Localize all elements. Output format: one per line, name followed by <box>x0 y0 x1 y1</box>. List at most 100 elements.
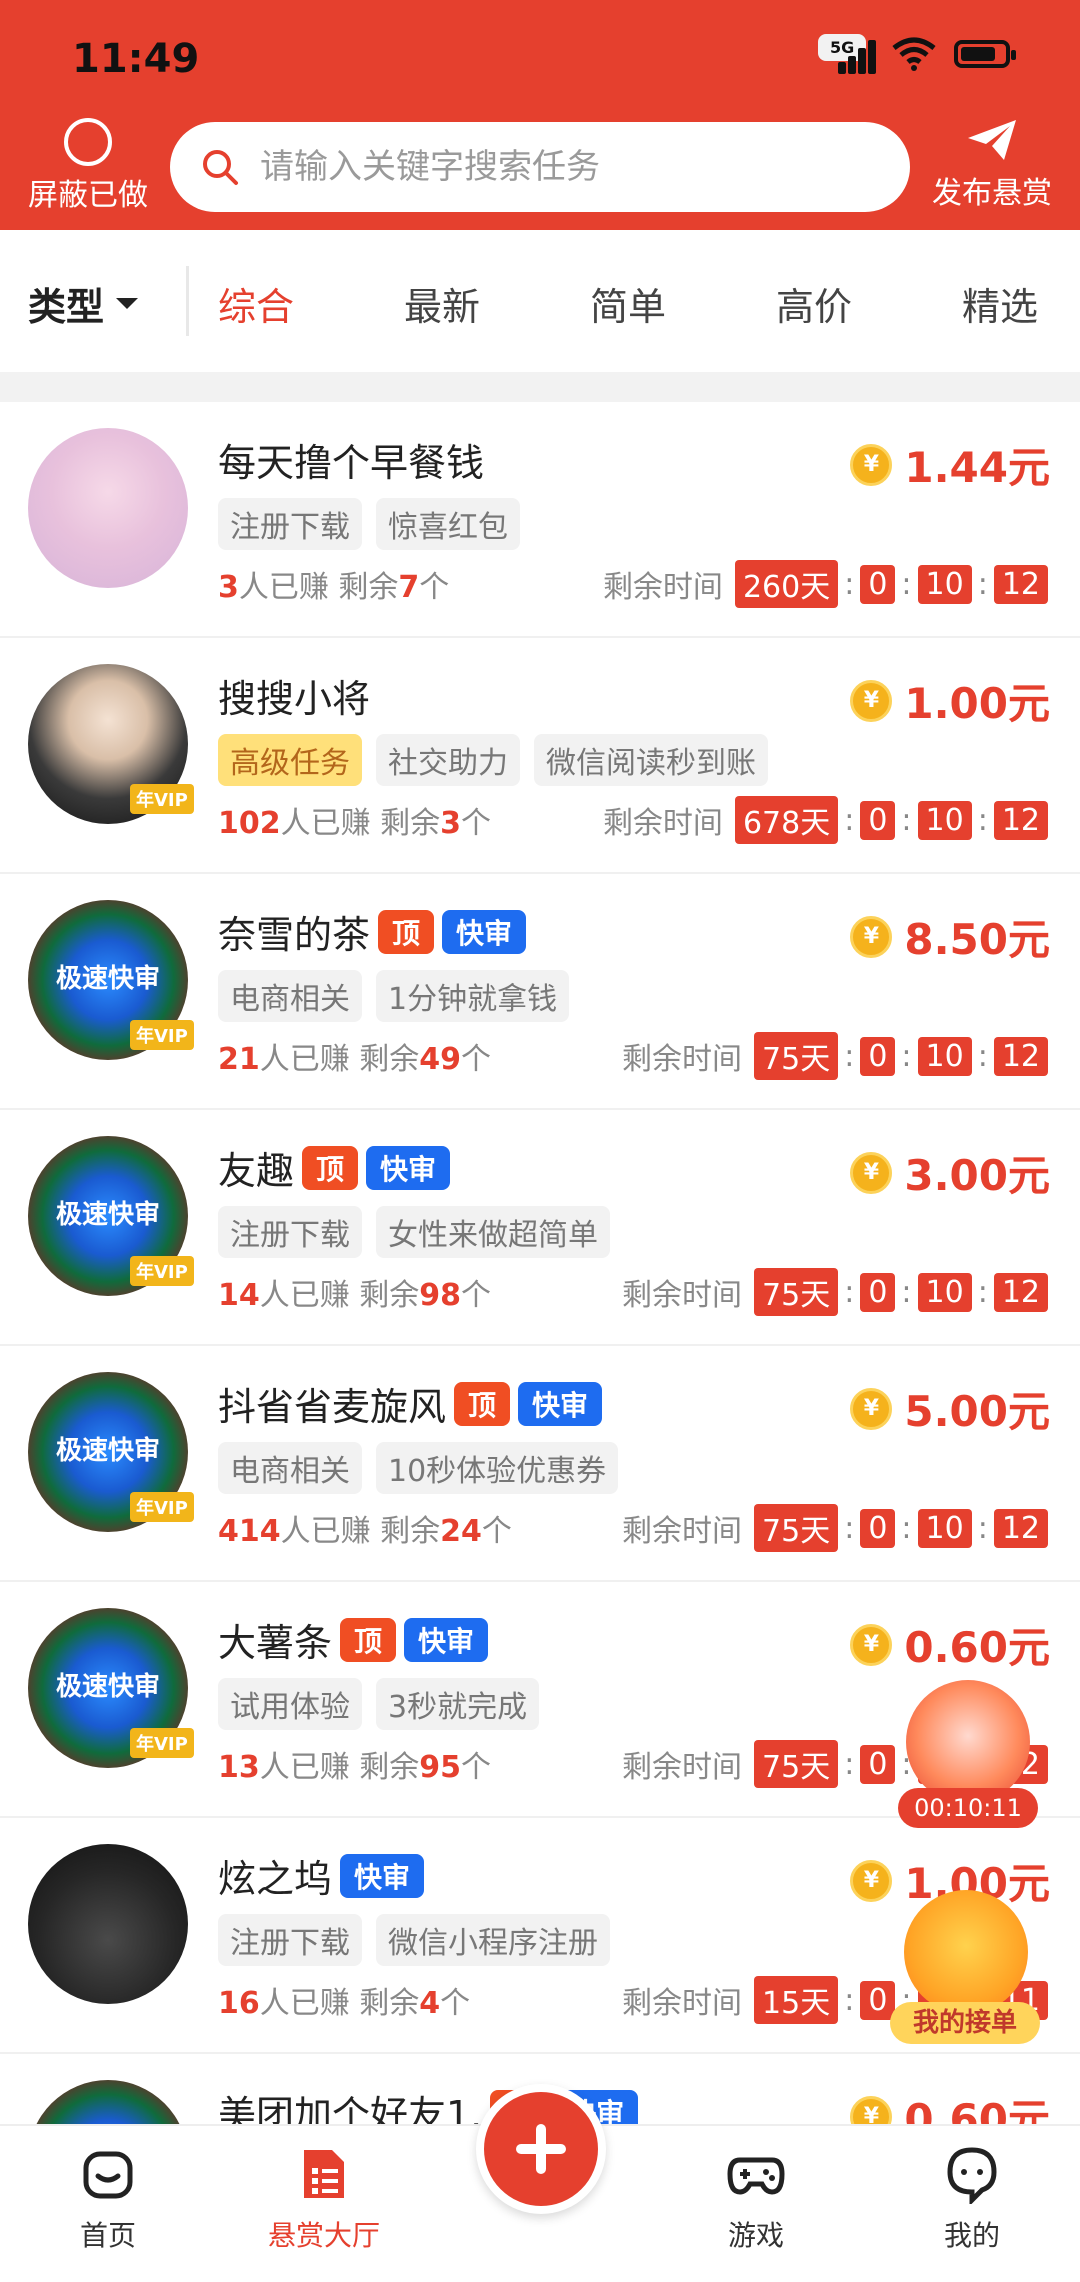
price-value: 1.44元 <box>904 443 1050 492</box>
earned-suffix: 人已赚 <box>259 1042 350 1077</box>
publish-bounty-button[interactable]: 发布悬赏 <box>922 118 1062 212</box>
app-header: 11:49 5G 屏蔽已做 发布悬赏 <box>0 0 1080 230</box>
coin-icon: ¥ <box>850 679 893 722</box>
task-tags: 注册下载 微信小程序注册 <box>218 1914 610 1966</box>
remaining-prefix: 剩余 <box>359 1042 420 1077</box>
task-row[interactable]: 极速快审 年VIP 奈雪的茶顶快审 ¥8.50元 电商相关 1分钟就拿钱 21人已赚 剩余4… <box>0 874 1080 1110</box>
section-gap <box>0 372 1080 402</box>
timer-label: 剩余时间 <box>622 1042 743 1077</box>
checkbox-circle-icon <box>64 118 112 166</box>
earned-suffix: 人已赚 <box>280 1514 371 1549</box>
coin-icon: ¥ <box>850 1151 893 1194</box>
wifi-icon <box>892 37 936 71</box>
earned-suffix: 人已赚 <box>259 1750 350 1785</box>
timer-seconds: 12 <box>993 1508 1048 1548</box>
task-title: 炫之坞 <box>218 1857 333 1901</box>
task-timer: 剩余时间 678天:0:10:12 <box>603 796 1052 844</box>
task-title-row: 大薯条顶快审 <box>218 1612 489 1667</box>
remaining-suffix: 个 <box>461 806 492 841</box>
nav-profile[interactable]: 我的 <box>902 2144 1042 2254</box>
task-row[interactable]: 极速快审 年VIP 友趣顶快审 ¥3.00元 注册下载 女性来做超简单 14人已赚 剩余98… <box>0 1110 1080 1346</box>
task-row[interactable]: 年VIP 搜搜小将 ¥1.00元 高级任务 社交助力 微信阅读秒到账 102人已赚 剩余3个… <box>0 638 1080 874</box>
tab-simple[interactable]: 简单 <box>590 276 666 331</box>
task-tag: 微信阅读秒到账 <box>534 734 768 786</box>
battery-icon <box>954 40 1016 68</box>
price-value: 1.00元 <box>904 679 1050 728</box>
remaining-count: 49 <box>419 1042 462 1077</box>
task-tag: 10秒体验优惠券 <box>376 1442 619 1494</box>
nav-home[interactable]: 首页 <box>38 2144 178 2254</box>
task-title-row: 奈雪的茶顶快审 <box>218 904 527 959</box>
task-price: ¥0.60元 <box>850 1614 1050 1675</box>
task-title: 每天撸个早餐钱 <box>218 441 485 485</box>
task-tags: 试用体验 3秒就完成 <box>218 1678 540 1730</box>
task-stats: 102人已赚 剩余3个 <box>218 798 491 842</box>
bottom-nav: 首页 悬赏大厅 游戏 我的 <box>0 2084 1080 2282</box>
earned-count: 102 <box>218 806 281 841</box>
remaining-count: 95 <box>419 1750 462 1785</box>
task-timer: 剩余时间 260天:0:10:12 <box>603 560 1052 608</box>
task-stats: 16人已赚 剩余4个 <box>218 1978 470 2022</box>
divider <box>186 266 189 336</box>
fast-review-badge-text: 极速快审 <box>55 1436 160 1466</box>
earned-count: 414 <box>218 1514 281 1549</box>
timer-seconds: 12 <box>993 1036 1048 1076</box>
remaining-suffix: 个 <box>461 1042 492 1077</box>
timer-hours: 0 <box>860 564 896 604</box>
top-flag: 顶 <box>378 909 435 954</box>
task-tags: 高级任务 社交助力 微信阅读秒到账 <box>218 734 768 786</box>
tab-comprehensive[interactable]: 综合 <box>218 276 294 331</box>
earned-count: 13 <box>218 1750 260 1785</box>
task-stats: 13人已赚 剩余95个 <box>218 1742 491 1786</box>
timer-days: 678天 <box>734 796 839 844</box>
timer-hours: 0 <box>860 1508 896 1548</box>
task-tag: 惊喜红包 <box>376 498 520 550</box>
task-stats: 414人已赚 剩余24个 <box>218 1506 512 1550</box>
tab-high-price[interactable]: 高价 <box>776 276 852 331</box>
vip-badge: 年VIP <box>130 1492 194 1522</box>
countdown-float-button[interactable]: 00:10:11 <box>898 1680 1038 1830</box>
remaining-count: 24 <box>440 1514 482 1549</box>
top-flag: 顶 <box>454 1381 511 1426</box>
task-tag: 试用体验 <box>218 1678 362 1730</box>
tab-latest[interactable]: 最新 <box>404 276 480 331</box>
timer-minutes: 10 <box>917 1508 972 1548</box>
task-tag: 电商相关 <box>218 970 362 1022</box>
task-row[interactable]: 每天撸个早餐钱 ¥1.44元 注册下载 惊喜红包 3人已赚 剩余7个 剩余时间 260天:0… <box>0 402 1080 638</box>
type-filter-dropdown[interactable]: 类型 <box>28 276 139 331</box>
task-timer: 剩余时间75天:0:10:12 <box>622 1032 1052 1080</box>
status-time: 11:49 <box>72 36 200 82</box>
task-title: 奈雪的茶 <box>218 913 371 957</box>
task-row[interactable]: 极速快审 年VIP 抖省省麦旋风顶快审 ¥5.00元 电商相关 10秒体验优惠券 414人已… <box>0 1346 1080 1582</box>
remaining-suffix: 个 <box>419 570 450 605</box>
remaining-prefix: 剩余 <box>359 1986 420 2021</box>
search-bar[interactable] <box>170 122 910 212</box>
timer-minutes: 10 <box>917 1036 972 1076</box>
type-filter-label: 类型 <box>28 285 105 329</box>
search-input[interactable] <box>258 146 862 188</box>
remaining-prefix: 剩余 <box>380 806 441 841</box>
timer-hours: 0 <box>860 1744 896 1784</box>
remaining-count: 3 <box>440 806 462 841</box>
hide-done-toggle[interactable]: 屏蔽已做 <box>24 118 152 214</box>
task-avatar <box>28 428 188 588</box>
task-title-row: 搜搜小将 <box>218 668 370 723</box>
task-tag: 1分钟就拿钱 <box>376 970 570 1022</box>
status-icons: 5G <box>818 34 1016 74</box>
task-title-row: 友趣顶快审 <box>218 1140 451 1195</box>
fast-review-flag: 快审 <box>340 1853 425 1898</box>
task-tag: 高级任务 <box>218 734 362 786</box>
task-tags: 电商相关 1分钟就拿钱 <box>218 970 570 1022</box>
nav-games[interactable]: 游戏 <box>686 2144 826 2254</box>
price-value: 0.60元 <box>904 2095 1050 2124</box>
remaining-prefix: 剩余 <box>359 1750 420 1785</box>
nav-bounty-hall[interactable]: 悬赏大厅 <box>254 2144 394 2254</box>
plus-icon[interactable] <box>476 2084 606 2214</box>
hide-done-label: 屏蔽已做 <box>28 178 148 213</box>
task-tag: 社交助力 <box>376 734 520 786</box>
task-timer: 剩余时间75天:0:10:12 <box>622 1268 1052 1316</box>
my-orders-float-button[interactable]: 我的接单 <box>890 1890 1040 2050</box>
tab-featured[interactable]: 精选 <box>962 276 1038 331</box>
task-tags: 注册下载 惊喜红包 <box>218 498 520 550</box>
my-orders-label: 我的接单 <box>890 2002 1040 2044</box>
